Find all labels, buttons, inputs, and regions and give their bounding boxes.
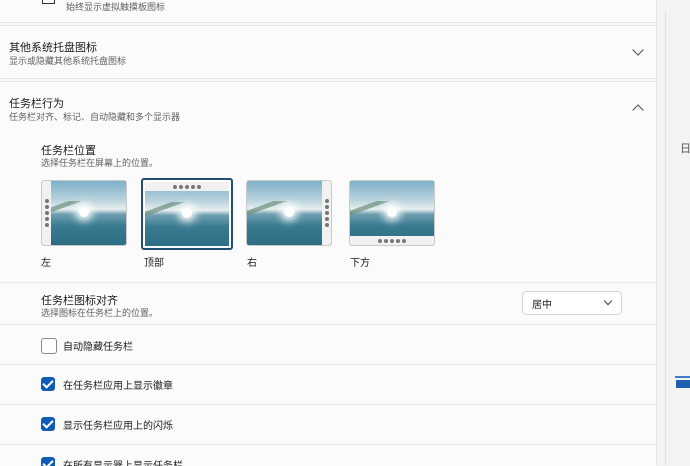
taskbar-behavior-title: 任务栏行为 [9, 97, 64, 110]
touchpad-icon [42, 0, 55, 4]
position-label-bottom: 下方 [350, 258, 370, 269]
position-option-left[interactable] [41, 180, 127, 246]
position-label-left: 左 [41, 258, 51, 269]
auto-hide-label: 自动隐藏任务栏 [63, 342, 133, 353]
touchpad-icon-card: 始终显示虚拟触摸板图标 ✕ [0, 0, 656, 23]
touchpad-subtitle: 始终显示虚拟触摸板图标 [66, 3, 166, 13]
other-tray-title: 其他系统托盘图标 [9, 41, 97, 54]
scrollbar-track[interactable] [665, 10, 666, 465]
all-displays-row[interactable]: 在所有显示器上显示任务栏 [0, 444, 656, 466]
wallpaper-preview [42, 181, 126, 245]
position-option-top[interactable] [141, 178, 233, 250]
badges-row[interactable]: 在任务栏应用上显示徽章 [0, 364, 656, 405]
taskbar-position-subtitle: 选择任务栏在屏幕上的位置。 [41, 159, 159, 169]
taskbar-preview-bottom [350, 236, 434, 245]
background-accent-line [675, 376, 690, 378]
badges-checkbox[interactable] [41, 377, 55, 391]
chevron-down-icon[interactable] [632, 44, 644, 56]
auto-hide-checkbox[interactable] [41, 338, 57, 354]
flashing-label: 显示任务栏应用上的闪烁 [63, 421, 173, 432]
taskbar-preview-left [42, 181, 51, 245]
flashing-row[interactable]: 显示任务栏应用上的闪烁 [0, 404, 656, 445]
taskbar-behavior-subtitle: 任务栏对齐、标记、自动隐藏和多个显示器 [9, 113, 181, 123]
taskbar-behavior-card[interactable]: 任务栏行为 任务栏对齐、标记、自动隐藏和多个显示器 [0, 81, 656, 135]
chevron-up-icon[interactable] [632, 104, 644, 116]
position-label-top: 顶部 [144, 258, 164, 269]
other-tray-subtitle: 显示或隐藏其他系统托盘图标 [9, 57, 127, 67]
icon-alignment-select[interactable]: 居中 [522, 291, 622, 315]
taskbar-preview-right [322, 181, 331, 245]
background-accent-block [676, 380, 690, 388]
wallpaper-preview [247, 181, 331, 245]
background-window [657, 0, 690, 465]
background-window-glyph: 日 [680, 142, 690, 155]
settings-panel: 始终显示虚拟触摸板图标 ✕ 其他系统托盘图标 显示或隐藏其他系统托盘图标 任务栏… [0, 0, 657, 466]
icon-alignment-subtitle: 选择图标在任务栏上的位置。 [41, 309, 159, 319]
taskbar-position-section: 任务栏位置 选择任务栏在屏幕上的位置。 左 顶部 右 下方 [0, 134, 656, 282]
chevron-down-icon [603, 296, 613, 306]
taskbar-preview-top [145, 182, 229, 191]
position-option-bottom[interactable] [349, 180, 435, 246]
flashing-checkbox[interactable] [41, 417, 55, 431]
auto-hide-row[interactable]: 自动隐藏任务栏 [0, 324, 656, 365]
wallpaper-preview [145, 182, 229, 246]
position-label-right: 右 [247, 258, 257, 269]
icon-alignment-value: 居中 [532, 300, 552, 311]
other-tray-icons-card[interactable]: 其他系统托盘图标 显示或隐藏其他系统托盘图标 [0, 25, 656, 79]
badges-label: 在任务栏应用上显示徽章 [63, 381, 173, 392]
position-option-right[interactable] [246, 180, 332, 246]
